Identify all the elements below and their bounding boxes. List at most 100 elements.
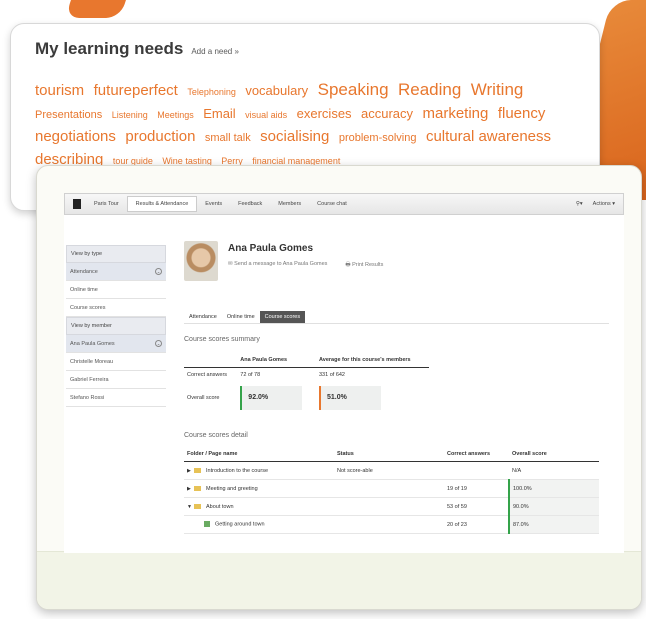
need-tag[interactable]: Listening: [112, 110, 148, 120]
tag-cloud: tourism futureperfect Telephoning vocabu…: [35, 79, 583, 172]
actions-menu[interactable]: Actions ▾: [593, 201, 615, 207]
actions-label: Actions: [592, 201, 611, 207]
row-name-cell: ▼ About town: [184, 497, 334, 516]
expand-arrow-icon[interactable]: ▶: [187, 468, 194, 474]
summary-row-correct: Correct answers 72 of 78 331 of 642: [184, 368, 429, 383]
sidebar-item[interactable]: Online time: [66, 281, 166, 299]
table-row[interactable]: ▶ Introduction to the course Not score-abl…: [184, 461, 599, 480]
add-need-link[interactable]: Add a need »: [191, 47, 239, 56]
sidebar-item[interactable]: Course scores: [66, 299, 166, 317]
row-name[interactable]: About town: [206, 504, 234, 510]
need-tag[interactable]: marketing: [423, 105, 489, 122]
tab-feedback[interactable]: Feedback: [230, 201, 270, 207]
folder-icon: [194, 503, 201, 509]
need-tag[interactable]: Telephoning: [187, 87, 236, 97]
detail-header-row: Folder / Page name Status Correct answer…: [184, 447, 599, 462]
subtab-attendance[interactable]: Attendance: [184, 311, 222, 323]
row-name-cell: Getting around town: [184, 515, 334, 534]
tools-icon[interactable]: ⚲▾: [576, 201, 583, 207]
sidebar-section-header[interactable]: View by member: [66, 317, 166, 335]
logo-icon: [73, 199, 81, 209]
need-tag[interactable]: Writing: [471, 80, 524, 99]
row-status: Not score-able: [334, 461, 444, 480]
subtab-online-time[interactable]: Online time: [222, 311, 260, 323]
row-status: [334, 479, 444, 498]
sidebar-item-label: Online time: [70, 286, 98, 293]
course-name[interactable]: Paris Tour: [86, 201, 127, 207]
expand-arrow-icon[interactable]: ▶: [187, 486, 194, 492]
overall-score-average-cell: 51.0%: [316, 382, 429, 414]
needs-header: My learning needs Add a need »: [35, 39, 239, 59]
tab-course-chat[interactable]: Course chat: [309, 201, 355, 207]
row-name[interactable]: Meeting and greeting: [206, 486, 258, 492]
need-tag[interactable]: Presentations: [35, 109, 102, 121]
need-tag[interactable]: visual aids: [245, 110, 287, 120]
send-message-link[interactable]: ✉ Send a message to Ana Paula Gomes: [228, 261, 327, 270]
need-tag[interactable]: cultural awareness: [426, 128, 551, 145]
collapse-arrow-icon[interactable]: ▼: [187, 504, 194, 510]
print-results-link[interactable]: 🖶 Print Results: [345, 261, 383, 270]
profile-header: Ana Paula Gomes ✉ Send a message to Ana …: [184, 241, 609, 281]
chevron-down-icon[interactable]: ⌄: [155, 340, 162, 347]
detail-header-status: Status: [334, 447, 444, 462]
detail-title: Course scores detail: [184, 432, 248, 439]
folder-icon: [194, 485, 201, 491]
need-tag[interactable]: socialising: [260, 128, 329, 145]
marketing-composite: My learning needs Add a need » tourism f…: [0, 0, 646, 619]
need-tag[interactable]: Email: [203, 106, 236, 121]
detail-header-name: Folder / Page name: [184, 447, 334, 462]
sidebar-item-label: View by type: [71, 251, 103, 257]
need-tag[interactable]: vocabulary: [245, 83, 308, 98]
need-tag[interactable]: futureperfect: [94, 82, 178, 99]
row-name[interactable]: Introduction to the course: [206, 468, 268, 474]
detail-body: ▶ Introduction to the course Not score-abl…: [184, 461, 599, 534]
need-tag[interactable]: problem-solving: [339, 132, 417, 144]
folder-icon: [194, 467, 201, 473]
need-tag[interactable]: Meetings: [157, 110, 194, 120]
row-name-cell: ▶ Introduction to the course: [184, 461, 334, 480]
chevron-down-icon[interactable]: ⌄: [155, 268, 162, 275]
need-tag[interactable]: negotiations: [35, 128, 116, 145]
row-correct: [444, 461, 509, 480]
overall-score-member: 92.0%: [240, 386, 303, 410]
need-tag[interactable]: fluency: [498, 105, 546, 122]
need-tag[interactable]: small talk: [205, 132, 251, 144]
table-row[interactable]: ▼ About town 53 of 59 90.0%: [184, 497, 599, 516]
need-tag[interactable]: Speaking: [318, 80, 389, 99]
subtab-course-scores[interactable]: Course scores: [259, 311, 306, 323]
results-screenshot-panel: Paris Tour Results & Attendance Events F…: [36, 165, 642, 610]
row-name[interactable]: Getting around town: [215, 522, 265, 528]
tab-results-attendance[interactable]: Results & Attendance: [126, 196, 198, 212]
summary-row-score: Overall score 92.0% 51.0%: [184, 382, 429, 414]
row-score: 87.0%: [508, 515, 599, 534]
summary-blank-header: [184, 353, 238, 368]
tab-members[interactable]: Members: [270, 201, 309, 207]
user-name: Ana Paula Gomes: [228, 243, 314, 254]
sidebar-item[interactable]: Ana Paula Gomes ⌄: [66, 335, 166, 353]
need-tag[interactable]: exercises: [297, 106, 352, 121]
send-message-label: Send a message to Ana Paula Gomes: [234, 261, 328, 267]
table-row[interactable]: Getting around town 20 of 23 87.0%: [184, 515, 599, 534]
profile-links: ✉ Send a message to Ana Paula Gomes 🖶 Pr…: [228, 261, 383, 270]
need-tag[interactable]: tourism: [35, 82, 84, 99]
topbar-right: ⚲▾ Actions ▾: [576, 201, 615, 207]
sidebar-item[interactable]: Christelle Moreau: [66, 353, 166, 371]
summary-table: Ana Paula Gomes Average for this course'…: [184, 353, 429, 414]
sidebar: View by type Attendance ⌄ Online time Course…: [66, 245, 166, 407]
summary-member-header: Ana Paula Gomes: [237, 353, 316, 368]
detail-header-correct: Correct answers: [444, 447, 509, 462]
sidebar-item[interactable]: Attendance ⌄: [66, 263, 166, 281]
correct-answers-member: 72 of 78: [240, 372, 261, 378]
detail-header-score: Overall score: [509, 447, 599, 462]
sidebar-section-header[interactable]: View by type: [66, 245, 166, 263]
need-tag[interactable]: Reading: [398, 80, 461, 99]
main-content: Ana Paula Gomes ✉ Send a message to Ana …: [184, 241, 609, 534]
table-row[interactable]: ▶ Meeting and greeting 19 of 19 100.0%: [184, 479, 599, 498]
need-tag[interactable]: production: [125, 128, 195, 145]
sidebar-item[interactable]: Stefano Rossi: [66, 389, 166, 407]
page-icon: [204, 521, 210, 528]
tab-events[interactable]: Events: [197, 201, 230, 207]
need-tag[interactable]: accuracy: [361, 106, 413, 121]
sidebar-item-label: Stefano Rossi: [70, 394, 105, 401]
sidebar-item[interactable]: Gabriel Ferreira: [66, 371, 166, 389]
